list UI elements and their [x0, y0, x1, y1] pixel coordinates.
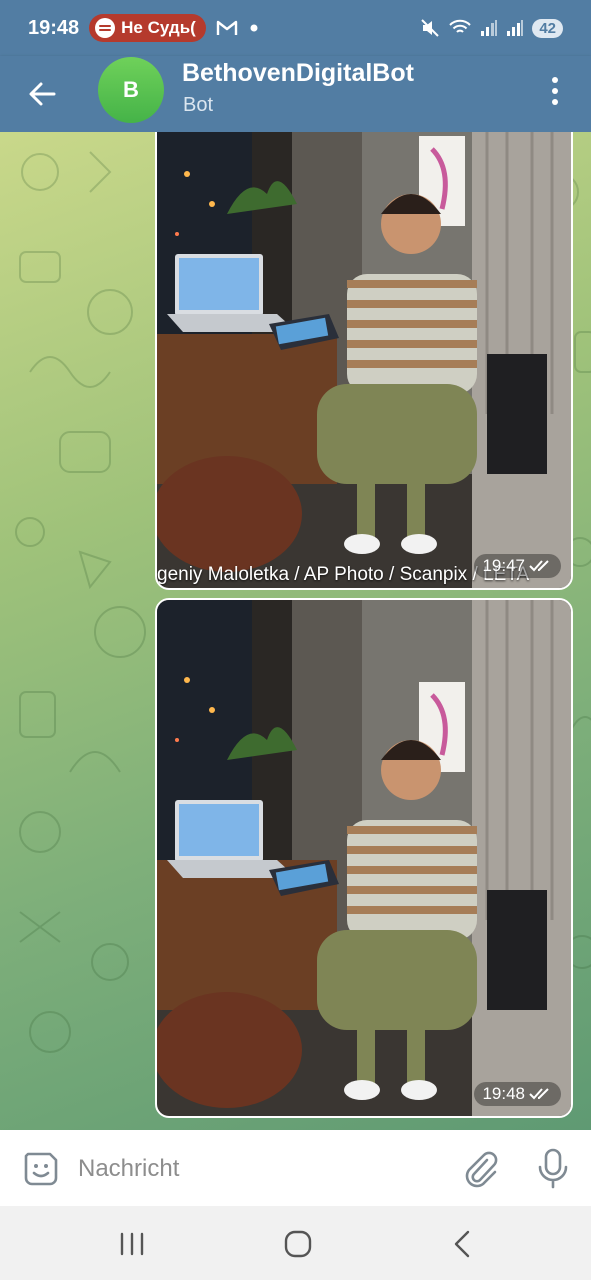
media-playing-pill[interactable]: Не Судь( — [89, 14, 206, 42]
status-bar: 19:48 Не Судь( 42 — [0, 0, 591, 56]
notification-dot-icon — [250, 24, 258, 32]
photo-message[interactable]: geniy Maloletka / AP Photo / Scanpix / L… — [155, 132, 573, 590]
message-time: 19:48 — [482, 1084, 525, 1103]
chat-area[interactable]: geniy Maloletka / AP Photo / Scanpix / L… — [0, 132, 591, 1130]
message-input-bar — [0, 1130, 591, 1206]
bot-avatar[interactable]: B — [98, 57, 164, 123]
microphone-icon[interactable] — [535, 1147, 571, 1189]
more-menu-icon[interactable] — [545, 74, 565, 108]
double-check-icon — [529, 1088, 549, 1100]
message-input[interactable] — [76, 1148, 440, 1190]
signal-icon-2 — [507, 20, 524, 36]
system-back-icon[interactable] — [444, 1226, 484, 1262]
recent-apps-icon[interactable] — [112, 1226, 152, 1262]
message-timestamp: 19:47 — [474, 554, 561, 578]
double-check-icon — [529, 560, 549, 572]
message-time: 19:47 — [482, 556, 525, 575]
chat-header: B BethovenDigitalBot Bot — [0, 56, 591, 132]
spotify-icon — [95, 18, 116, 38]
message-photo[interactable] — [157, 132, 571, 588]
paperclip-icon[interactable] — [461, 1148, 499, 1188]
message-timestamp: 19:48 — [474, 1082, 561, 1106]
system-navigation-bar — [0, 1206, 591, 1280]
signal-icon — [481, 20, 498, 36]
wifi-icon — [449, 19, 472, 33]
battery-indicator: 42 — [532, 18, 563, 38]
gmail-icon — [216, 20, 238, 35]
photo-message[interactable]: 19:48 — [155, 598, 573, 1118]
sticker-emoji-icon[interactable] — [22, 1150, 60, 1188]
status-time: 19:48 — [28, 16, 80, 39]
home-icon[interactable] — [278, 1226, 318, 1262]
media-title: Не Судь( — [121, 18, 196, 37]
mute-icon — [421, 19, 440, 37]
chat-title[interactable]: BethovenDigitalBot — [182, 59, 414, 88]
chat-subtitle: Bot — [183, 94, 214, 116]
back-arrow-icon[interactable] — [24, 76, 60, 112]
message-photo[interactable] — [157, 600, 571, 1116]
